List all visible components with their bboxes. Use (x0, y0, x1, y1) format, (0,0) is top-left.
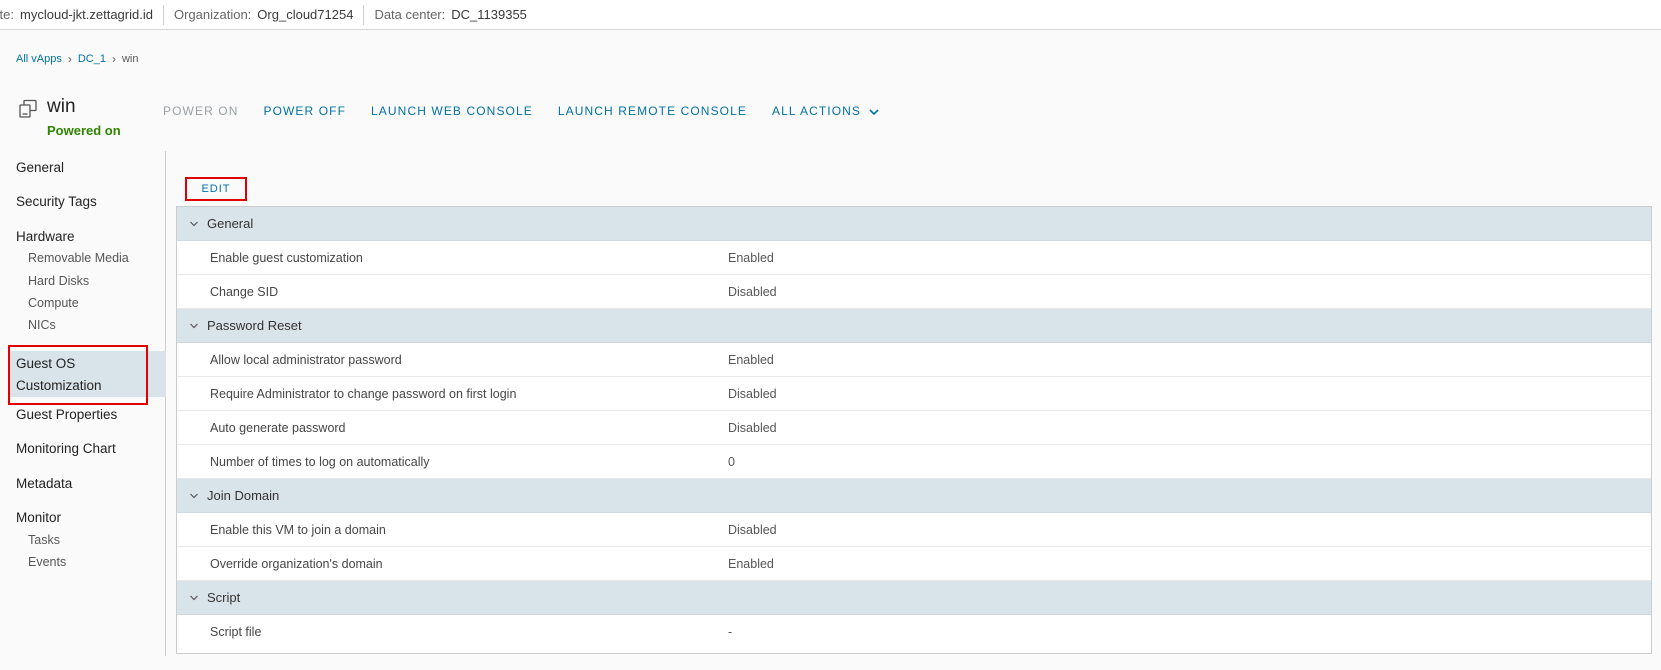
property-value: Disabled (728, 420, 777, 435)
page-title: win (47, 96, 76, 117)
datacenter-segment: Data center: DC_1139355 (364, 5, 536, 25)
status-badge: Powered on (47, 123, 121, 138)
property-label: Change SID (210, 284, 279, 299)
launch-web-console-button[interactable]: LAUNCH WEB CONSOLE (371, 104, 533, 118)
table-row: Enable guest customization Enabled (177, 241, 1651, 275)
vm-icon (18, 99, 38, 119)
section-script-header[interactable]: Script (177, 581, 1651, 615)
table-row: Change SID Disabled (177, 275, 1651, 309)
chevron-right-icon: › (111, 52, 116, 66)
properties-grid: General Enable guest customization Enable… (176, 206, 1652, 654)
breadcrumb-dc[interactable]: DC_1 (78, 53, 106, 65)
chevron-down-icon (189, 220, 207, 228)
property-label: Allow local administrator password (210, 352, 402, 367)
context-bar: Site: mycloud-jkt.zettagrid.id Organizat… (0, 0, 1661, 30)
table-row: Script file - (177, 615, 1651, 649)
property-label: Auto generate password (210, 420, 346, 435)
sidebar-item-tasks[interactable]: Tasks (28, 533, 60, 547)
section-title: Join Domain (207, 488, 280, 503)
organization-segment: Organization: Org_cloud71254 (164, 4, 365, 25)
sidebar-item-nics[interactable]: NICs (28, 318, 56, 332)
table-row: Require Administrator to change password… (177, 377, 1651, 411)
table-row: Auto generate password Disabled (177, 411, 1651, 445)
action-bar: POWER ON POWER OFF LAUNCH WEB CONSOLE LA… (163, 104, 904, 119)
launch-remote-console-button[interactable]: LAUNCH REMOTE CONSOLE (558, 104, 747, 118)
property-value: Enabled (728, 250, 774, 265)
property-value: 0 (728, 454, 735, 469)
table-row: Number of times to log on automatically 0 (177, 445, 1651, 479)
breadcrumb-all-vapps[interactable]: All vApps (16, 53, 62, 65)
power-on-button[interactable]: POWER ON (163, 104, 238, 118)
table-row: Allow local administrator password Enable… (177, 343, 1651, 377)
sidebar-item-guest-properties[interactable]: Guest Properties (16, 407, 117, 422)
datacenter-value: DC_1139355 (451, 7, 527, 22)
property-label: Enable guest customization (210, 250, 363, 265)
chevron-down-icon (869, 105, 880, 119)
sidebar-item-security-tags[interactable]: Security Tags (16, 194, 97, 209)
site-label: Site: (0, 7, 15, 22)
section-title: General (207, 216, 254, 231)
organization-value: Org_cloud71254 (257, 7, 354, 22)
highlight-box (8, 345, 148, 405)
section-title: Password Reset (207, 318, 302, 333)
power-off-button[interactable]: POWER OFF (263, 104, 346, 118)
sidebar-group-hardware: Hardware (16, 229, 75, 244)
section-general-header[interactable]: General (177, 207, 1651, 241)
organization-label: Organization: (173, 7, 252, 22)
edit-button[interactable]: EDIT (185, 177, 247, 201)
sidebar: General Security Tags Hardware Removable… (0, 151, 166, 656)
breadcrumb: All vApps › DC_1 › win (16, 52, 139, 66)
datacenter-label: Data center: (374, 7, 446, 22)
property-label: Enable this VM to join a domain (210, 522, 386, 537)
all-actions-label: ALL ACTIONS (772, 104, 862, 118)
site-segment: Site: mycloud-jkt.zettagrid.id (0, 4, 164, 25)
table-row: Enable this VM to join a domain Disabled (177, 513, 1651, 547)
property-label: Number of times to log on automatically (210, 454, 430, 469)
property-label: Require Administrator to change password… (210, 386, 517, 401)
site-value: mycloud-jkt.zettagrid.id (20, 7, 153, 22)
breadcrumb-current: win (121, 53, 139, 65)
sidebar-item-hard-disks[interactable]: Hard Disks (28, 274, 89, 288)
property-value: Disabled (728, 522, 777, 537)
sidebar-item-events[interactable]: Events (28, 555, 66, 569)
table-row: Override organization's domain Enabled (177, 547, 1651, 581)
property-label: Script file (210, 625, 262, 639)
property-value: - (728, 625, 733, 639)
chevron-down-icon (189, 492, 207, 500)
section-password-reset-header[interactable]: Password Reset (177, 309, 1651, 343)
sidebar-item-compute[interactable]: Compute (28, 296, 79, 310)
chevron-down-icon (189, 322, 207, 330)
sidebar-item-monitoring-chart[interactable]: Monitoring Chart (16, 441, 116, 456)
all-actions-dropdown[interactable]: ALL ACTIONS (772, 104, 880, 119)
property-value: Enabled (728, 556, 774, 571)
property-label: Override organization's domain (210, 556, 383, 571)
sidebar-group-monitor: Monitor (16, 510, 62, 525)
chevron-right-icon: › (67, 52, 72, 66)
property-value: Enabled (728, 352, 774, 367)
sidebar-item-metadata[interactable]: Metadata (16, 476, 72, 491)
section-join-domain-header[interactable]: Join Domain (177, 479, 1651, 513)
sidebar-item-removable-media[interactable]: Removable Media (28, 251, 129, 265)
chevron-down-icon (189, 594, 207, 602)
sidebar-item-general[interactable]: General (16, 160, 64, 175)
property-value: Disabled (728, 386, 777, 401)
property-value: Disabled (728, 284, 777, 299)
section-title: Script (207, 590, 241, 605)
